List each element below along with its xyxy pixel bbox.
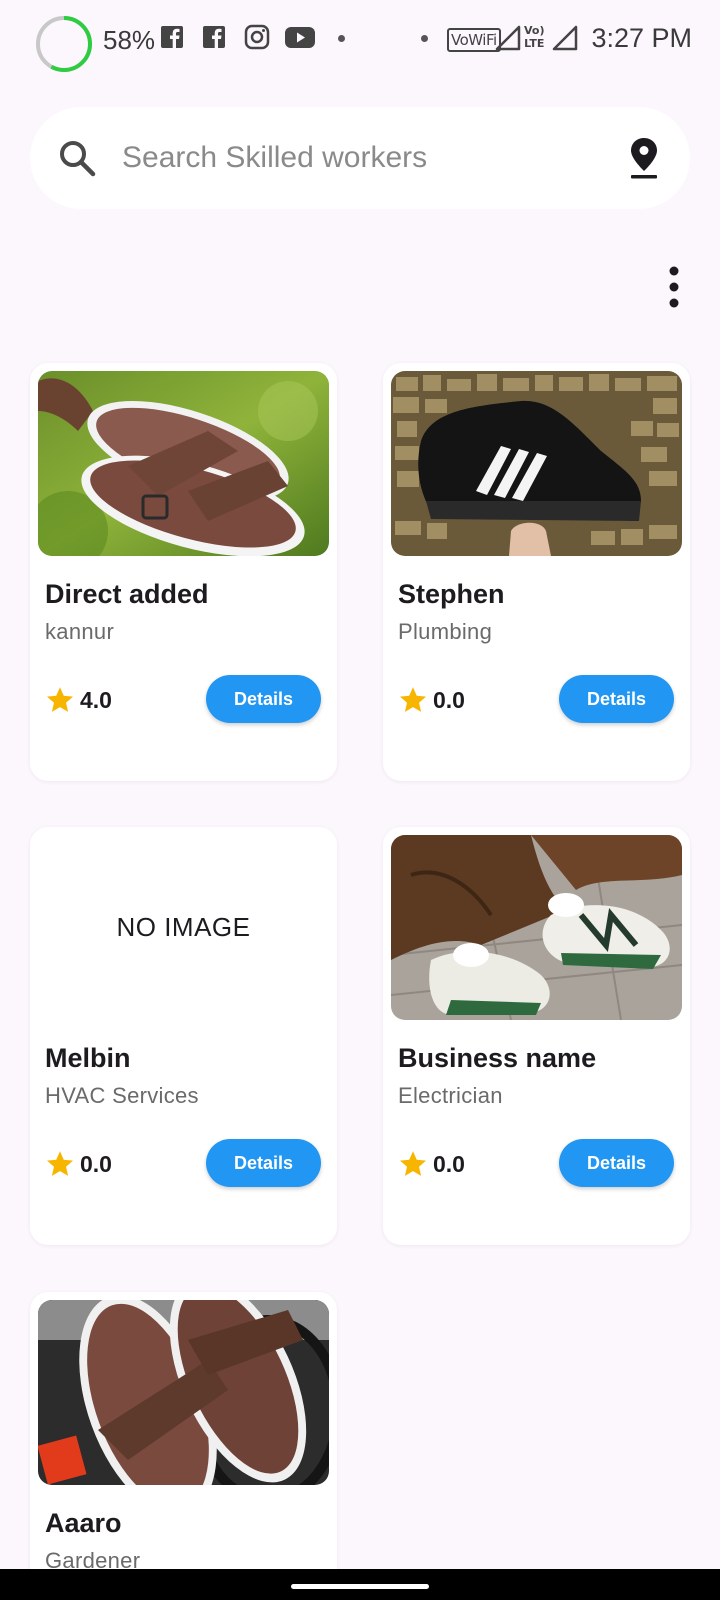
card-category: Plumbing (398, 619, 493, 644)
search-input[interactable] (122, 135, 592, 181)
rating-value: 0.0 (433, 687, 465, 713)
vowifi-indicator: VoWiFi (447, 28, 501, 52)
volte-indicator: Vo) LTE (524, 24, 545, 50)
card-category: Electrician (398, 1083, 503, 1108)
details-button[interactable]: Details (559, 675, 674, 723)
card-name: Direct added (45, 579, 209, 609)
details-button[interactable]: Details (559, 1139, 674, 1187)
facebook-icon (161, 26, 183, 48)
card-image (38, 371, 329, 556)
battery-percent: 58% (103, 25, 156, 55)
card-name: Business name (398, 1043, 597, 1073)
more-options-icon[interactable] (654, 262, 694, 312)
youtube-icon (285, 27, 315, 48)
notification-dot (338, 35, 345, 42)
no-image-placeholder: NO IMAGE (116, 912, 251, 942)
instagram-icon (244, 24, 270, 50)
card-name: Aaaro (45, 1508, 122, 1538)
star-icon (400, 1151, 426, 1176)
rating-value: 0.0 (80, 1151, 112, 1177)
worker-card[interactable]: Business name Electrician 0.0 Details (383, 827, 690, 1245)
star-icon (47, 1151, 73, 1176)
worker-card[interactable]: Direct added kannur 4.0 Details (30, 363, 337, 781)
home-indicator[interactable] (291, 1584, 429, 1589)
card-category: HVAC Services (45, 1083, 199, 1108)
worker-card[interactable]: Aaaro Gardener (30, 1292, 337, 1592)
battery-ring-icon (36, 16, 92, 72)
facebook-icon (203, 26, 225, 48)
clock: 3:27 PM (591, 23, 692, 53)
search-icon (60, 141, 96, 177)
star-icon (47, 687, 73, 712)
signal-icon (495, 25, 521, 51)
star-icon (400, 687, 426, 712)
details-button[interactable]: Details (206, 675, 321, 723)
details-button[interactable]: Details (206, 1139, 321, 1187)
rating-value: 4.0 (80, 687, 112, 713)
worker-card[interactable]: Stephen Plumbing 0.0 Details (383, 363, 690, 781)
status-bar: 58% VoWiFi Vo) LTE 3:27 PM (0, 0, 720, 80)
signal-icon (552, 25, 578, 51)
card-image (38, 1300, 329, 1485)
location-pin-icon[interactable] (628, 136, 660, 180)
notification-dot (421, 35, 428, 42)
card-name: Stephen (398, 579, 505, 609)
card-name: Melbin (45, 1043, 131, 1073)
search-bar[interactable] (30, 107, 690, 209)
worker-card[interactable]: NO IMAGE Melbin HVAC Services 0.0 Detail… (30, 827, 337, 1245)
card-category: kannur (45, 619, 115, 644)
rating-value: 0.0 (433, 1151, 465, 1177)
card-image (391, 835, 682, 1020)
card-image (391, 371, 682, 556)
